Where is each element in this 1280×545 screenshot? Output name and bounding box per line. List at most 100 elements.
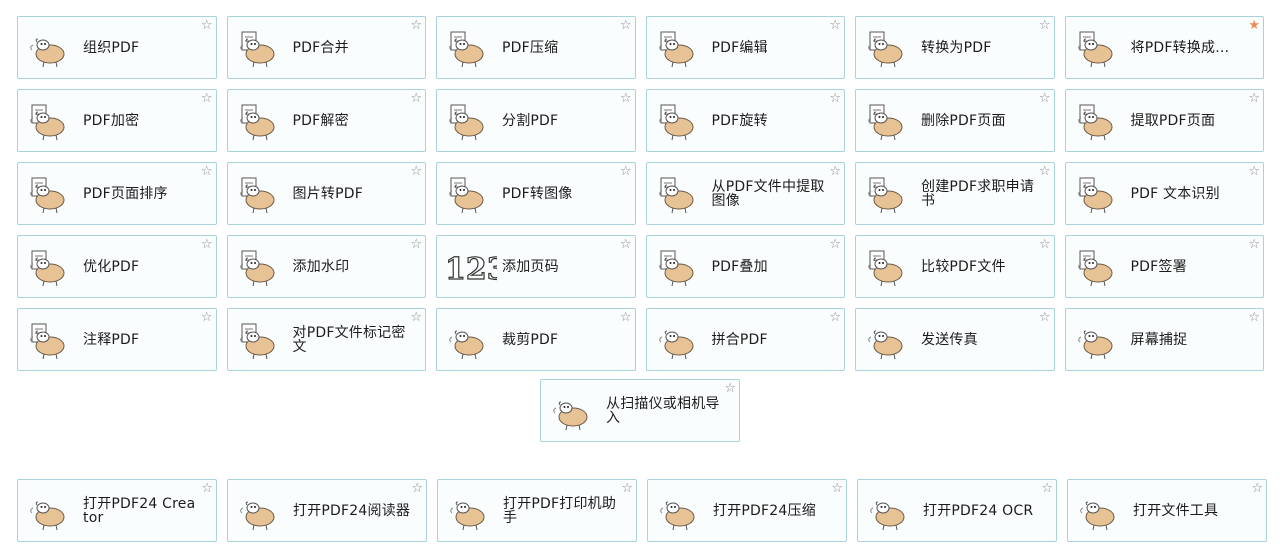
tool-tile[interactable]: 对PDF文件标记密文 ☆ <box>226 308 426 371</box>
star-icon[interactable]: ☆ <box>1039 238 1051 251</box>
star-icon[interactable]: ☆ <box>829 165 841 178</box>
tool-tile[interactable]: 打开PDF24阅读器 ☆ <box>227 479 427 542</box>
star-icon[interactable]: ☆ <box>620 165 632 178</box>
tool-tile[interactable]: PDF旋转 ☆ <box>645 89 845 152</box>
tool-tile[interactable]: 组织PDF ☆ <box>17 16 217 79</box>
tool-tile[interactable]: PDF解密 ☆ <box>226 89 426 152</box>
tool-label: 提取PDF页面 <box>1130 112 1216 129</box>
star-icon[interactable]: ☆ <box>410 311 422 324</box>
star-icon[interactable]: ☆ <box>620 92 632 105</box>
extract-pages-sheep-icon <box>1071 95 1127 147</box>
star-icon[interactable]: ☆ <box>410 165 422 178</box>
star-icon[interactable]: ☆ <box>1039 92 1051 105</box>
star-icon[interactable]: ☆ <box>1039 311 1051 324</box>
tool-tile[interactable]: PDF签署 ☆ <box>1064 235 1264 298</box>
star-icon[interactable]: ☆ <box>1248 165 1260 178</box>
tool-label: 打开PDF24阅读器 <box>293 502 411 519</box>
tool-tile[interactable]: 删除PDF页面 ☆ <box>855 89 1055 152</box>
star-icon[interactable]: ☆ <box>621 482 633 495</box>
tool-tile[interactable]: 从扫描仪或相机导入 ☆ <box>540 379 740 442</box>
star-icon[interactable]: ☆ <box>724 382 736 395</box>
star-icon[interactable]: ☆ <box>201 92 213 105</box>
star-icon[interactable]: ☆ <box>1248 92 1260 105</box>
tool-tile[interactable]: 打开PDF打印机助手 ☆ <box>437 479 637 542</box>
tool-tile[interactable]: 优化PDF ☆ <box>17 235 217 298</box>
tool-tile[interactable]: 发送传真 ☆ <box>855 308 1055 371</box>
sign-sheep-icon <box>1071 241 1127 293</box>
tool-tile[interactable]: PDF 文本识别 ☆ <box>1064 162 1264 225</box>
tool-tile[interactable]: 打开PDF24 Creator ☆ <box>17 479 217 542</box>
tool-tile[interactable]: 比较PDF文件 ☆ <box>855 235 1055 298</box>
star-icon[interactable]: ☆ <box>831 482 843 495</box>
tool-tile[interactable]: 转换为PDF ☆ <box>855 16 1055 79</box>
tool-tile[interactable]: 123 添加页码 ☆ <box>436 235 636 298</box>
star-icon[interactable]: ☆ <box>829 311 841 324</box>
tool-tile[interactable]: 将PDF转换成… ★ <box>1064 16 1264 79</box>
star-icon[interactable]: ☆ <box>829 238 841 251</box>
star-icon[interactable]: ☆ <box>829 19 841 32</box>
star-icon[interactable]: ☆ <box>620 238 632 251</box>
star-icon[interactable]: ☆ <box>201 311 213 324</box>
watermark-sheep-icon <box>233 241 289 293</box>
star-icon[interactable]: ☆ <box>1041 482 1053 495</box>
tool-row: 组织PDF ☆ PDF合并 ☆ PDF压缩 ☆ PDF编辑 ☆ 转换为PDF ☆ 将PDF转换成… ★ <box>17 16 1264 79</box>
tool-tile[interactable]: PDF转图像 ☆ <box>436 162 636 225</box>
tool-tile[interactable]: 从PDF文件中提取图像 ☆ <box>645 162 845 225</box>
sheep-icon <box>863 485 919 537</box>
star-icon[interactable]: ☆ <box>410 92 422 105</box>
star-filled-icon[interactable]: ★ <box>1248 19 1260 32</box>
tool-label: 打开PDF打印机助手 <box>503 495 617 526</box>
open-tools-row: 打开PDF24 Creator ☆ 打开PDF24阅读器 ☆ 打开PDF打印机助手 ☆ 打开… <box>17 479 1267 542</box>
tool-label: 从PDF文件中提取图像 <box>711 178 825 209</box>
star-icon[interactable]: ☆ <box>620 19 632 32</box>
star-icon[interactable]: ☆ <box>1248 311 1260 324</box>
sheep-icon <box>1071 314 1127 366</box>
sheep-icon <box>652 314 708 366</box>
tool-tile[interactable]: PDF叠加 ☆ <box>645 235 845 298</box>
merge-sheep-icon <box>233 22 289 74</box>
star-icon[interactable]: ☆ <box>201 165 213 178</box>
tool-tile[interactable]: 打开文件工具 ☆ <box>1067 479 1267 542</box>
tool-tile[interactable]: 打开PDF24压缩 ☆ <box>647 479 847 542</box>
star-icon[interactable]: ☆ <box>410 19 422 32</box>
star-icon[interactable]: ☆ <box>1039 165 1051 178</box>
tool-tile[interactable]: 打开PDF24 OCR ☆ <box>857 479 1057 542</box>
tool-label: PDF解密 <box>292 112 349 129</box>
tool-tile[interactable]: 注释PDF ☆ <box>17 308 217 371</box>
star-icon[interactable]: ☆ <box>1248 238 1260 251</box>
star-icon[interactable]: ☆ <box>1251 482 1263 495</box>
overlay-sheep-icon <box>652 241 708 293</box>
tool-row: PDF页面排序 ☆ 图片转PDF ☆ PDF转图像 ☆ 从PDF文件中提取图像 ☆ 创建PDF求… <box>17 162 1264 225</box>
tool-grid: 组织PDF ☆ PDF合并 ☆ PDF压缩 ☆ PDF编辑 ☆ 转换为PDF ☆ 将PDF转换成… ★… <box>17 16 1264 381</box>
tool-tile[interactable]: PDF压缩 ☆ <box>436 16 636 79</box>
star-icon[interactable]: ☆ <box>1039 19 1051 32</box>
star-icon[interactable]: ☆ <box>201 238 213 251</box>
tool-tile[interactable]: 屏幕捕捉 ☆ <box>1064 308 1264 371</box>
tool-label: 注释PDF <box>83 331 140 348</box>
tool-tile[interactable]: 拼合PDF ☆ <box>645 308 845 371</box>
tool-tile[interactable]: 分割PDF ☆ <box>436 89 636 152</box>
tool-tile[interactable]: 添加水印 ☆ <box>226 235 426 298</box>
tool-tile[interactable]: PDF加密 ☆ <box>17 89 217 152</box>
tool-tile[interactable]: 创建PDF求职申请书 ☆ <box>855 162 1055 225</box>
star-icon[interactable]: ☆ <box>829 92 841 105</box>
tool-tile[interactable]: PDF页面排序 ☆ <box>17 162 217 225</box>
star-icon[interactable]: ☆ <box>411 482 423 495</box>
tool-tile[interactable]: 提取PDF页面 ☆ <box>1064 89 1264 152</box>
optimize-sheep-icon <box>23 241 79 293</box>
star-icon[interactable]: ☆ <box>201 19 213 32</box>
annotate-sheep-icon <box>23 314 79 366</box>
tool-tile[interactable]: 裁剪PDF ☆ <box>436 308 636 371</box>
star-icon[interactable]: ☆ <box>410 238 422 251</box>
tool-tile[interactable]: PDF合并 ☆ <box>226 16 426 79</box>
tool-label: 组织PDF <box>83 39 140 56</box>
tool-label: 转换为PDF <box>921 39 992 56</box>
tool-tile[interactable]: PDF编辑 ☆ <box>645 16 845 79</box>
star-icon[interactable]: ☆ <box>620 311 632 324</box>
sheep-icon <box>1073 485 1129 537</box>
tool-tile[interactable]: 图片转PDF ☆ <box>226 162 426 225</box>
tool-label: 图片转PDF <box>292 185 363 202</box>
split-sheep-icon <box>442 95 498 147</box>
star-icon[interactable]: ☆ <box>201 482 213 495</box>
tool-row: 优化PDF ☆ 添加水印 ☆ 123 添加页码 ☆ PDF叠加 ☆ 比较PDF文件 ☆ PDF签署 ☆ <box>17 235 1264 298</box>
